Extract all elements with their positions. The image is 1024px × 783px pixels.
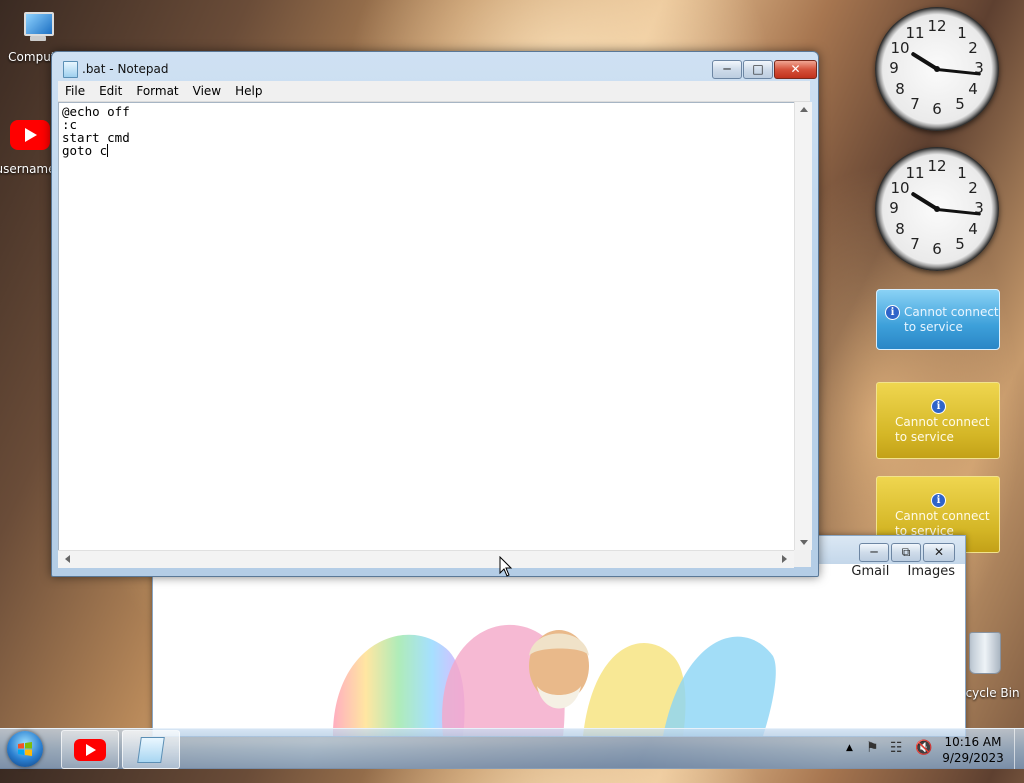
- menu-file[interactable]: File: [58, 81, 92, 98]
- clock-number: 5: [955, 235, 965, 253]
- currency-gadget[interactable]: i Cannot connect to service: [876, 382, 1000, 459]
- mouse-pointer-icon: [499, 556, 513, 577]
- taskbar-notepad-button[interactable]: [122, 730, 180, 769]
- info-icon: i: [885, 305, 900, 320]
- minimize-icon: ─: [870, 545, 878, 559]
- youtube-icon: [74, 739, 106, 761]
- close-button[interactable]: ✕: [774, 60, 817, 79]
- restore-icon: ⧉: [901, 545, 911, 559]
- clock-number: 2: [968, 179, 978, 197]
- start-button[interactable]: [7, 731, 43, 767]
- clock-number: 5: [955, 95, 965, 113]
- notepad-window[interactable]: .bat - Notepad ─ □ ✕ File Edit Format View H…: [51, 51, 819, 577]
- browser-maximize-button[interactable]: ⧉: [891, 543, 921, 562]
- scroll-up-icon[interactable]: [800, 107, 808, 112]
- taskbar: ▲ ⚑ ☷ 🔇 10:16 AM 9/29/2023: [0, 728, 1024, 769]
- clock-number: 11: [905, 164, 925, 182]
- menu-format[interactable]: Format: [129, 81, 185, 98]
- gadget-message-line1: Cannot connect: [895, 509, 990, 523]
- images-link[interactable]: Images: [908, 564, 956, 579]
- maximize-icon: □: [752, 62, 764, 76]
- doodle-image[interactable]: [323, 606, 783, 736]
- show-hidden-icons-button[interactable]: ▲: [846, 743, 853, 783]
- clock-number: 8: [895, 220, 905, 238]
- clock-number: 2: [968, 39, 978, 57]
- close-icon: ✕: [933, 545, 945, 559]
- info-icon: i: [931, 493, 946, 508]
- recycle-bin-icon: [969, 632, 1001, 674]
- browser-close-button[interactable]: ✕: [923, 543, 955, 562]
- weather-gadget[interactable]: i Cannot connect to service: [876, 289, 1000, 350]
- gadget-message-line1: Cannot connect: [904, 305, 999, 319]
- clock-gadget[interactable]: 12 1 2 3 4 5 6 7 8 9 10 11: [875, 147, 999, 271]
- vertical-scrollbar[interactable]: [794, 102, 812, 550]
- clock-number: 12: [927, 17, 947, 35]
- clock-number: 9: [889, 59, 899, 77]
- clock-hub: [934, 206, 940, 212]
- action-center-flag-icon[interactable]: ⚑: [866, 740, 879, 780]
- text-caret: [107, 144, 109, 157]
- minimize-icon: ─: [723, 62, 731, 76]
- volume-muted-icon[interactable]: 🔇: [915, 740, 932, 780]
- text-line: :c: [62, 117, 78, 132]
- text-line: start cmd: [62, 130, 130, 145]
- menu-edit[interactable]: Edit: [92, 81, 129, 98]
- browser-top-links: Gmail Images: [837, 564, 955, 579]
- window-title: .bat - Notepad: [82, 62, 169, 76]
- menu-help[interactable]: Help: [228, 81, 269, 98]
- clock-number: 6: [932, 240, 942, 258]
- menu-bar: File Edit Format View Help: [58, 81, 810, 102]
- clock-number: 11: [905, 24, 925, 42]
- desktop-icon-username[interactable]: username: [0, 120, 56, 176]
- computer-icon: [18, 10, 58, 44]
- notepad-icon: [63, 61, 78, 78]
- text-line: goto c: [62, 143, 108, 158]
- notepad-icon: [137, 737, 165, 763]
- taskbar-time: 10:16 AM: [944, 735, 1002, 749]
- taskbar-date: 9/29/2023: [942, 751, 1004, 765]
- gadget-message-line2: to service: [904, 320, 963, 334]
- taskbar-clock[interactable]: 10:16 AM 9/29/2023: [936, 734, 1010, 766]
- maximize-button[interactable]: □: [743, 60, 773, 79]
- info-icon: i: [931, 399, 946, 414]
- scroll-left-icon[interactable]: [65, 555, 70, 563]
- menu-view[interactable]: View: [186, 81, 228, 98]
- gmail-link[interactable]: Gmail: [851, 564, 889, 579]
- scroll-down-icon[interactable]: [800, 540, 808, 545]
- desktop-icon-label: username: [0, 162, 56, 176]
- scroll-right-icon[interactable]: [782, 555, 787, 563]
- clock-hub: [934, 66, 940, 72]
- show-desktop-button[interactable]: [1014, 729, 1024, 769]
- clock-number: 6: [932, 100, 942, 118]
- clock-gadget[interactable]: 12 1 2 3 4 5 6 7 8 9 10 11: [875, 7, 999, 131]
- clock-number: 9: [889, 199, 899, 217]
- clock-number: 8: [895, 80, 905, 98]
- clock-number: 12: [927, 157, 947, 175]
- gadget-message-line1: Cannot connect: [895, 415, 990, 429]
- minimize-button[interactable]: ─: [712, 60, 742, 79]
- browser-minimize-button[interactable]: ─: [859, 543, 889, 562]
- youtube-icon: [10, 120, 50, 150]
- horizontal-scrollbar[interactable]: [58, 550, 794, 568]
- windows-logo-icon: [18, 742, 32, 756]
- network-icon[interactable]: ☷: [890, 740, 903, 780]
- close-icon: ✕: [790, 62, 801, 76]
- resize-grip[interactable]: [794, 550, 811, 567]
- gadget-message-line2: to service: [895, 430, 954, 444]
- text-editor[interactable]: @echo off:c start cmd goto c: [58, 102, 794, 550]
- text-line: @echo off: [62, 104, 130, 119]
- taskbar-youtube-button[interactable]: [61, 730, 119, 769]
